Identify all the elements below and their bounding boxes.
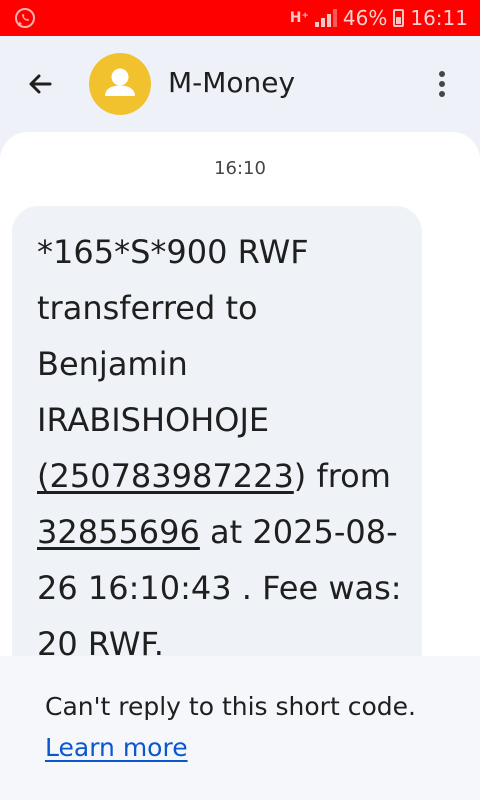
no-reply-notice: Can't reply to this short code.: [45, 692, 416, 721]
battery-icon: [393, 9, 405, 27]
network-type: H⁺: [289, 10, 309, 26]
status-time: 16:11: [410, 6, 468, 30]
back-arrow-icon[interactable]: [22, 66, 58, 102]
signal-icon: [314, 9, 337, 27]
learn-more-link[interactable]: Learn more: [45, 733, 188, 762]
message-text: ) from: [293, 457, 391, 495]
whatsapp-icon: [15, 8, 35, 28]
message-timestamp: 16:10: [214, 158, 266, 179]
person-icon: [105, 68, 135, 96]
status-indicators: H⁺ 46% 16:11: [290, 4, 468, 32]
more-vert-icon[interactable]: [430, 66, 454, 102]
phone-number-link[interactable]: (250783987223: [37, 457, 294, 495]
status-bar: H⁺ 46% 16:11: [0, 0, 480, 36]
reply-footer: Can't reply to this short code. Learn mo…: [0, 656, 480, 800]
conversation-title: M-Money: [168, 66, 296, 99]
battery-percent: 46%: [342, 6, 388, 30]
account-number-link[interactable]: 32855696: [37, 513, 200, 551]
avatar[interactable]: [89, 53, 151, 115]
app-bar: M-Money: [0, 36, 480, 132]
message-text: *165*S*900 RWF transferred to Benjamin I…: [37, 233, 309, 439]
